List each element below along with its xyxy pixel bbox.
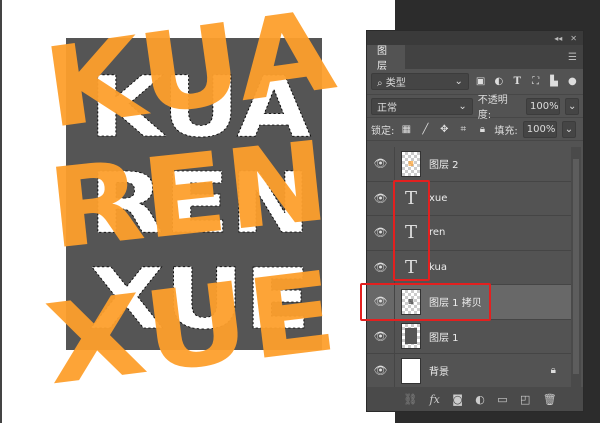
opacity-label: 不透明度: xyxy=(477,95,508,121)
layer-thumbnail xyxy=(401,323,421,350)
search-icon: ⌕ xyxy=(377,78,383,89)
fx-icon[interactable]: fx xyxy=(430,393,440,406)
layer-name: ren xyxy=(429,227,446,239)
filter-toggle[interactable]: ● xyxy=(566,76,579,87)
eye-icon[interactable]: 👁︎ xyxy=(367,354,395,388)
highlight-text-layers xyxy=(393,180,430,281)
canvas-artwork: KUA REN XUE KUA REN XUE xyxy=(37,0,343,409)
lock-icon: 🔒︎ xyxy=(550,365,556,377)
opacity-input[interactable]: 100% xyxy=(526,97,560,115)
fill-input[interactable]: 100% xyxy=(522,120,557,138)
layer-thumbnail xyxy=(401,357,421,384)
eye-icon[interactable]: 👁︎ xyxy=(367,319,395,353)
smart-object-icon[interactable]: ▙ xyxy=(547,76,560,87)
scrollbar[interactable] xyxy=(571,147,581,389)
layer-thumbnail: ▩ xyxy=(401,150,421,177)
collapse-icon[interactable]: ◂◂ xyxy=(554,34,562,43)
adjustment-icon[interactable]: ◐ xyxy=(492,76,505,87)
eye-icon[interactable]: 👁︎ xyxy=(367,216,395,250)
blend-mode-value: 正常 xyxy=(377,102,397,114)
layer-name: 背景 xyxy=(429,367,449,379)
opacity-dropdown[interactable]: ⌄ xyxy=(565,97,579,115)
fill-label: 填充: xyxy=(494,125,518,137)
layer-row[interactable]: 👁︎ 图层 1 xyxy=(367,319,572,354)
lock-artboard-icon[interactable]: ⌗ xyxy=(456,124,470,135)
new-layer-icon[interactable]: ◰ xyxy=(520,393,530,406)
layer-row[interactable]: 👁︎ 背景 🔒︎ xyxy=(367,354,572,389)
panel-menu-icon[interactable]: ☰ xyxy=(568,52,577,63)
tab-layers[interactable]: 图层 xyxy=(367,45,405,72)
image-icon[interactable]: ▣ xyxy=(474,76,487,87)
type-icon[interactable]: T xyxy=(511,76,524,87)
shape-icon[interactable]: ⛶ xyxy=(529,76,542,87)
lock-transparent-icon[interactable]: ▦ xyxy=(399,124,413,135)
layer-row[interactable]: 👁︎ ▩ 图层 2 xyxy=(367,147,572,182)
trash-icon[interactable]: 🗑︎ xyxy=(543,393,557,406)
lock-position-icon[interactable]: ✥ xyxy=(437,124,451,135)
filter-type-select[interactable]: ⌕ 类型 ⌄ xyxy=(371,73,469,90)
layer-name: 图层 2 xyxy=(429,160,459,172)
highlight-selected-layer xyxy=(360,283,491,321)
link-icon[interactable]: ⛓ xyxy=(403,393,417,406)
layer-name: kua xyxy=(429,261,447,273)
chevron-down-icon: ⌄ xyxy=(458,100,467,112)
blend-mode-select[interactable]: 正常 ⌄ xyxy=(371,97,473,115)
close-icon[interactable]: ✕ xyxy=(570,34,577,43)
eye-icon[interactable]: 👁︎ xyxy=(367,250,395,284)
panel-footer: ⛓ fx ◙ ◐ ▭ ◰ 🗑︎ xyxy=(367,387,583,411)
orange-letters: KUA REN XUE xyxy=(37,0,343,409)
fill-dropdown[interactable]: ⌄ xyxy=(561,120,576,138)
lock-all-icon[interactable]: 🔒︎ xyxy=(475,124,489,135)
adjustment-layer-icon[interactable]: ◐ xyxy=(475,393,485,406)
filter-label: 类型 xyxy=(385,78,406,89)
eye-icon[interactable]: 👁︎ xyxy=(367,181,395,215)
panel-header: ◂◂ ✕ xyxy=(367,31,583,45)
folder-icon[interactable]: ▭ xyxy=(497,393,507,406)
layer-name: xue xyxy=(429,192,448,204)
lock-label: 锁定: xyxy=(371,125,395,137)
eye-icon[interactable]: 👁︎ xyxy=(367,147,395,181)
mask-icon[interactable]: ◙ xyxy=(452,393,463,406)
lock-paint-icon[interactable]: ╱ xyxy=(418,124,432,135)
layer-name: 图层 1 xyxy=(429,332,459,344)
chevron-down-icon: ⌄ xyxy=(454,76,463,87)
